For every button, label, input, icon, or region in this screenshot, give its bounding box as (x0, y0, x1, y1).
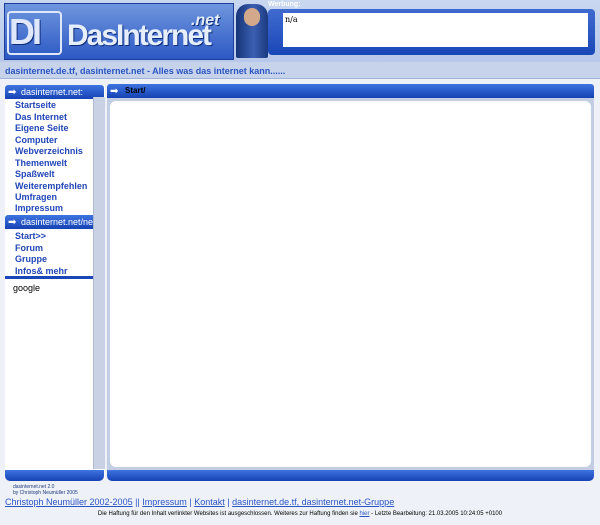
arrow-right-icon: ➡ (110, 86, 119, 97)
footer-link-author[interactable]: Christoph Neumüller 2002-2005 (5, 497, 133, 507)
sidebar-item-das-internet[interactable]: Das Internet (15, 112, 67, 122)
site-logo[interactable]: DI DasInternet .net (4, 3, 234, 60)
sidebar-item-themenwelt[interactable]: Themenwelt (15, 158, 67, 168)
footer-separator: | (189, 497, 192, 507)
page: DI DasInternet .net Werbung: n/a dasinte… (0, 0, 600, 525)
sidebar-item-umfragen[interactable]: Umfragen (15, 192, 57, 202)
sidebar-item-spasswelt[interactable]: Spaßwelt (15, 169, 55, 179)
disclaimer-text: Die Haftung für den Inhalt verlinkter We… (97, 511, 358, 517)
sidebar-section-title: dasinternet.net/net (21, 217, 96, 227)
main-footer-bar (107, 470, 594, 481)
arrow-right-icon: ➡ (8, 87, 17, 98)
sidebar-scrollbar[interactable] (93, 97, 105, 469)
version-author-text: by Christoph Neumüller 2005 (13, 490, 78, 496)
disclaimer-timestamp: - Letzte Bearbeitung: 21.03.2005 10:24:0… (371, 511, 503, 517)
sidebar-item-webverzeichnis[interactable]: Webverzeichnis (15, 146, 83, 156)
header-portrait-face (244, 8, 260, 26)
logo-name: DasInternet (67, 19, 212, 52)
sidebar-item-infos[interactable]: Infos& mehr (15, 266, 68, 276)
werbung-ad-text: n/a (285, 15, 298, 24)
werbung-ad-area[interactable] (283, 13, 588, 47)
sidebar-item-impressum[interactable]: Impressum (15, 203, 63, 213)
sidebar-item-startseite[interactable]: Startseite (15, 100, 56, 110)
footer-link-impressum[interactable]: Impressum (142, 497, 187, 507)
tagline: dasinternet.de.tf, dasinternet.net - All… (5, 66, 286, 76)
sidebar-item-computer[interactable]: Computer (15, 135, 58, 145)
google-link[interactable]: google (13, 283, 40, 293)
logo-net: .net (191, 12, 220, 29)
footer-link-gruppe[interactable]: dasinternet.de.tf, dasinternet.net-Grupp… (232, 497, 394, 507)
main-content (110, 101, 591, 467)
sidebar-item-eigene-seite[interactable]: Eigene Seite (15, 123, 69, 133)
sidebar-section-title: dasinternet.net: (21, 87, 84, 97)
sidebar-item-gruppe[interactable]: Gruppe (15, 254, 47, 264)
sidebar-footer-bar (5, 470, 104, 481)
footer-separator: | (227, 497, 230, 507)
sidebar-divider (5, 276, 104, 279)
main-header: ➡ (107, 84, 594, 98)
footer-link-kontakt[interactable]: Kontakt (194, 497, 225, 507)
sidebar-section-header-main: ➡ dasinternet.net: (5, 85, 104, 99)
main-title: Start/ (125, 86, 146, 95)
logo-di: DI (9, 11, 42, 52)
disclaimer-link[interactable]: hier (359, 511, 369, 517)
sidebar-item-forum[interactable]: Forum (15, 243, 43, 253)
sidebar-item-weiterempfehlen[interactable]: Weiterempfehlen (15, 181, 87, 191)
footer-links: Christoph Neumüller 2002-2005 || Impress… (5, 497, 394, 507)
disclaimer: Die Haftung für den Inhalt verlinkter We… (0, 511, 600, 517)
sidebar-section-header-net: ➡ dasinternet.net/net (5, 215, 104, 229)
werbung-label: Werbung: (268, 1, 301, 8)
sidebar-item-start[interactable]: Start>> (15, 231, 46, 241)
arrow-right-icon: ➡ (8, 217, 17, 228)
footer-separator: || (135, 497, 140, 507)
